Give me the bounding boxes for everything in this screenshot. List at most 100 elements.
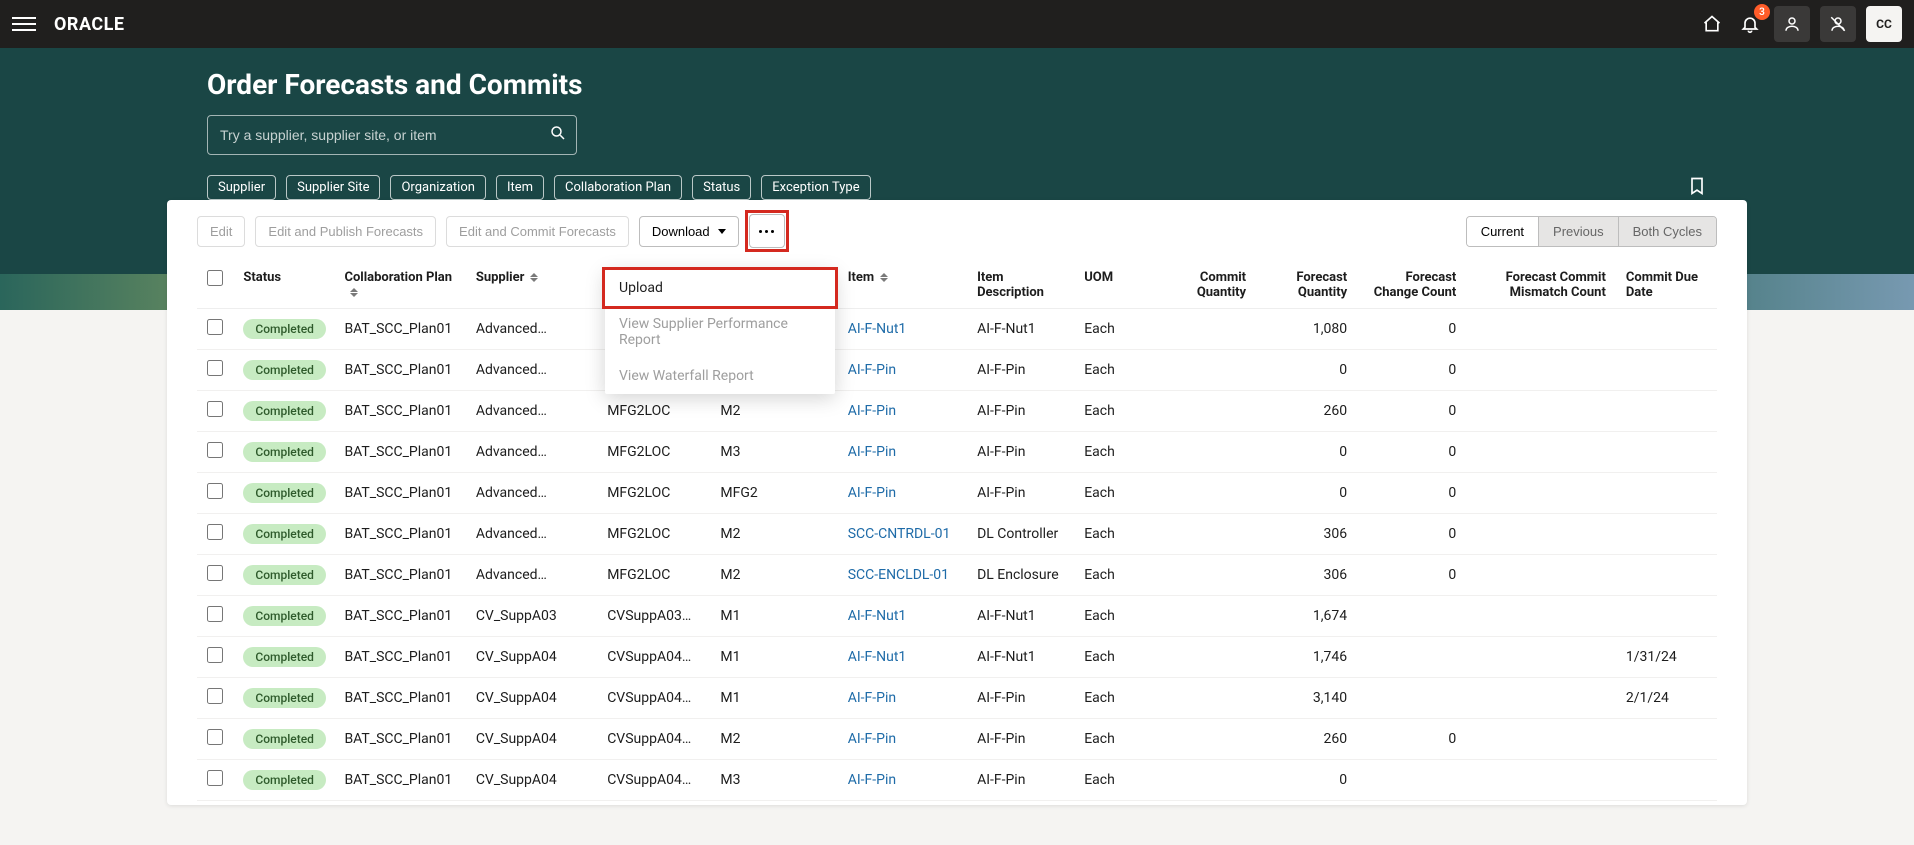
oracle-logo: ORACLE <box>54 14 125 35</box>
cell-uom: Each <box>1074 391 1155 432</box>
cell-fcc: 0 <box>1357 391 1466 432</box>
cell-plan: BAT_SCC_Plan01 <box>334 596 465 637</box>
cell-uom: Each <box>1074 637 1155 678</box>
table-row: CompletedBAT_SCC_Plan01CV_SuppA03CVSuppA… <box>197 596 1717 637</box>
row-checkbox[interactable] <box>207 524 223 540</box>
row-checkbox[interactable] <box>207 483 223 499</box>
item-link[interactable]: AI-F-Pin <box>848 444 896 460</box>
item-link[interactable]: SCC-ENCLDL-01 <box>848 567 949 583</box>
segment-previous[interactable]: Previous <box>1538 217 1618 246</box>
cell-fcc: 0 <box>1357 719 1466 760</box>
item-link[interactable]: AI-F-Nut1 <box>848 608 907 624</box>
cell-plan: BAT_SCC_Plan01 <box>334 473 465 514</box>
table-toolbar: Edit Edit and Publish Forecasts Edit and… <box>197 214 1717 248</box>
row-checkbox[interactable] <box>207 647 223 663</box>
row-checkbox[interactable] <box>207 606 223 622</box>
column-status[interactable]: Status <box>233 262 334 309</box>
item-link[interactable]: AI-F-Pin <box>848 772 896 788</box>
cell-commit-quantity <box>1155 555 1256 596</box>
cell-commit-quantity <box>1155 760 1256 801</box>
item-link[interactable]: SCC-CNTRDL-01 <box>848 526 951 542</box>
row-checkbox[interactable] <box>207 770 223 786</box>
chip-supplier-site[interactable]: Supplier Site <box>286 175 380 200</box>
search-icon[interactable] <box>549 124 567 146</box>
edit-commit-button[interactable]: Edit and Commit Forecasts <box>446 216 629 247</box>
cell-commit-quantity <box>1155 432 1256 473</box>
cell-cdd <box>1616 473 1717 514</box>
cell-desc: DL Controller <box>967 514 1074 555</box>
chip-item[interactable]: Item <box>496 175 544 200</box>
user-avatar[interactable]: CC <box>1866 6 1902 42</box>
chip-collaboration-plan[interactable]: Collaboration Plan <box>554 175 682 200</box>
cell-supplier: Advanced… <box>466 555 597 596</box>
cell-fcmc <box>1466 514 1616 555</box>
column-uom[interactable]: UOM <box>1074 262 1155 309</box>
cell-supplier: CV_SuppA04 <box>466 760 597 801</box>
row-checkbox[interactable] <box>207 729 223 745</box>
menu-item-performance-report[interactable]: View Supplier Performance Report <box>605 306 835 358</box>
item-link[interactable]: AI-F-Pin <box>848 403 896 419</box>
column-commit-quantity[interactable]: Commit Quantity <box>1155 262 1256 309</box>
item-link[interactable]: AI-F-Pin <box>848 690 896 706</box>
menu-item-upload[interactable]: Upload <box>605 270 835 306</box>
person-icon-button[interactable] <box>1774 6 1810 42</box>
cell-org: M1 <box>710 596 837 637</box>
select-all-checkbox[interactable] <box>207 270 223 286</box>
item-link[interactable]: AI-F-Pin <box>848 362 896 378</box>
status-badge: Completed <box>243 319 326 339</box>
menu-item-waterfall-report[interactable]: View Waterfall Report <box>605 358 835 394</box>
status-badge: Completed <box>243 401 326 421</box>
cell-uom: Each <box>1074 719 1155 760</box>
cell-supplier: CV_SuppA04 <box>466 719 597 760</box>
column-forecast-quantity[interactable]: Forecast Quantity <box>1256 262 1357 309</box>
cell-plan: BAT_SCC_Plan01 <box>334 350 465 391</box>
item-link[interactable]: AI-F-Pin <box>848 731 896 747</box>
page-title: Order Forecasts and Commits <box>207 68 1707 101</box>
hamburger-menu-icon[interactable] <box>12 12 36 36</box>
cell-fcc: 0 <box>1357 514 1466 555</box>
row-checkbox[interactable] <box>207 442 223 458</box>
item-link[interactable]: AI-F-Pin <box>848 485 896 501</box>
column-commit-due-date[interactable]: Commit Due Date <box>1616 262 1717 309</box>
column-forecast-commit-mismatch-count[interactable]: Forecast Commit Mismatch Count <box>1466 262 1616 309</box>
segment-current[interactable]: Current <box>1467 217 1538 246</box>
status-badge: Completed <box>243 483 326 503</box>
filter-chip-row: Supplier Supplier Site Organization Item… <box>207 175 1707 200</box>
cell-forecast-quantity: 0 <box>1256 432 1357 473</box>
row-checkbox[interactable] <box>207 688 223 704</box>
supplier-search-input[interactable] <box>207 115 577 155</box>
more-actions-button[interactable] <box>749 214 785 248</box>
column-plan[interactable]: Collaboration Plan <box>334 262 465 309</box>
cell-supplier: Advanced… <box>466 350 597 391</box>
chip-status[interactable]: Status <box>692 175 751 200</box>
column-item[interactable]: Item <box>838 262 967 309</box>
table-row: CompletedBAT_SCC_Plan01CV_SuppA04CVSuppA… <box>197 678 1717 719</box>
person-off-icon-button[interactable] <box>1820 6 1856 42</box>
row-checkbox[interactable] <box>207 319 223 335</box>
home-icon[interactable] <box>1698 10 1726 38</box>
row-checkbox[interactable] <box>207 401 223 417</box>
cell-uom: Each <box>1074 514 1155 555</box>
global-topbar: ORACLE 3 CC <box>0 0 1914 48</box>
chip-organization[interactable]: Organization <box>390 175 485 200</box>
table-row: CompletedBAT_SCC_Plan01Advanced…MFG2LOCM… <box>197 555 1717 596</box>
cell-site: CVSuppA03… <box>597 596 710 637</box>
edit-publish-button[interactable]: Edit and Publish Forecasts <box>255 216 436 247</box>
column-forecast-change-count[interactable]: Forecast Change Count <box>1357 262 1466 309</box>
column-supplier[interactable]: Supplier <box>466 262 597 309</box>
edit-button[interactable]: Edit <box>197 216 245 247</box>
cell-fcc <box>1357 637 1466 678</box>
row-checkbox[interactable] <box>207 360 223 376</box>
row-checkbox[interactable] <box>207 565 223 581</box>
item-link[interactable]: AI-F-Nut1 <box>848 321 907 337</box>
column-item-description[interactable]: Item Description <box>967 262 1074 309</box>
chip-exception-type[interactable]: Exception Type <box>761 175 870 200</box>
bell-icon[interactable]: 3 <box>1736 10 1764 38</box>
chip-supplier[interactable]: Supplier <box>207 175 276 200</box>
cell-uom: Each <box>1074 596 1155 637</box>
segment-both-cycles[interactable]: Both Cycles <box>1618 217 1716 246</box>
download-button[interactable]: Download <box>639 216 739 247</box>
cell-desc: AI-F-Nut1 <box>967 596 1074 637</box>
item-link[interactable]: AI-F-Nut1 <box>848 649 907 665</box>
bookmark-icon[interactable] <box>1687 176 1707 200</box>
